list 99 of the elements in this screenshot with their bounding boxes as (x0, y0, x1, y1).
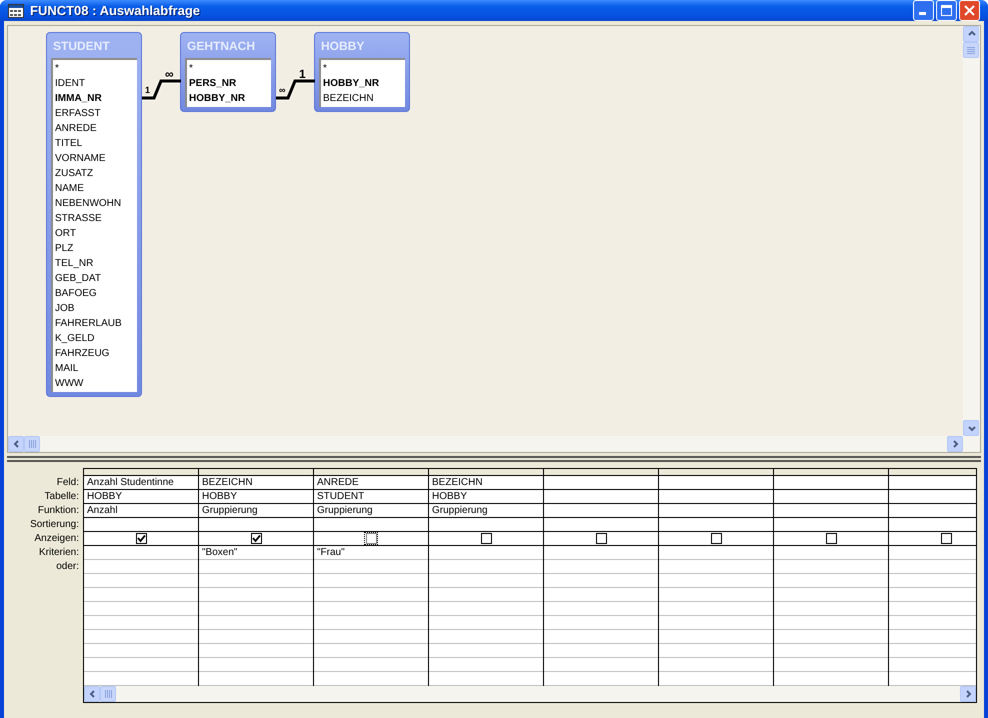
column-selector[interactable] (84, 469, 198, 476)
grid-cell[interactable]: Gruppierung (199, 504, 313, 518)
scroll-left-button[interactable] (8, 436, 24, 452)
row-label: Tabelle: (44, 490, 79, 504)
grid-cell[interactable]: HOBBY (84, 490, 198, 504)
field-item[interactable]: STRASSE (55, 211, 137, 226)
maximize-button[interactable] (936, 0, 957, 21)
grid-cell[interactable]: "Frau" (314, 546, 428, 560)
field-item[interactable]: ERFASST (55, 106, 137, 121)
show-checkbox[interactable] (826, 533, 836, 544)
scroll-down-button[interactable] (963, 420, 979, 436)
field-item[interactable]: TITEL (55, 136, 137, 151)
column-selector[interactable] (659, 469, 773, 476)
field-item[interactable]: ORT (55, 226, 137, 241)
query-icon (8, 4, 24, 18)
close-button[interactable] (959, 0, 980, 21)
join-line (276, 79, 315, 100)
minimize-button[interactable] (913, 0, 934, 21)
grid-cell[interactable]: Anzahl Studentinne (84, 476, 198, 490)
scroll-thumb[interactable] (100, 686, 116, 702)
grip-icon (28, 440, 36, 448)
cardinality-label: 1 (145, 86, 150, 95)
scroll-left-button[interactable] (84, 686, 100, 702)
row-label: oder: (56, 560, 79, 574)
grid-cell[interactable]: HOBBY (199, 490, 313, 504)
splitter[interactable] (7, 456, 981, 462)
field-item[interactable]: IMMA_NR (55, 91, 137, 106)
row-label: Kriterien: (38, 546, 79, 560)
field-item[interactable]: WWW (55, 376, 137, 391)
scroll-thumb[interactable] (24, 436, 40, 452)
field-item[interactable]: BAFOEG (55, 286, 137, 301)
grid-cell[interactable]: HOBBY (429, 490, 543, 504)
grid-cell[interactable] (659, 532, 773, 546)
grid-cell[interactable] (544, 532, 658, 546)
cardinality-label: ∞ (165, 68, 174, 80)
field-item[interactable]: PLZ (55, 241, 137, 256)
scroll-up-button[interactable] (963, 26, 979, 42)
check-icon (136, 534, 146, 543)
show-checkbox[interactable] (250, 533, 262, 544)
grid-cell[interactable]: STUDENT (314, 490, 428, 504)
scroll-thumb[interactable] (963, 42, 979, 58)
close-icon (964, 5, 975, 16)
column-selector[interactable] (429, 469, 543, 476)
field-item[interactable]: TEL_NR (55, 256, 137, 271)
field-item[interactable]: NEBENWOHN (55, 196, 137, 211)
grid-cell[interactable] (84, 532, 198, 546)
column-selector[interactable] (199, 469, 313, 476)
show-checkbox[interactable] (940, 533, 952, 544)
field-item[interactable]: ZUSATZ (55, 166, 137, 181)
column-selector[interactable] (889, 469, 976, 476)
scroll-right-button[interactable] (947, 436, 963, 452)
maximize-icon (941, 5, 952, 16)
grid-cell[interactable]: BEZEICHN (429, 476, 543, 490)
grip-icon (104, 690, 112, 698)
grid-cell[interactable] (429, 532, 543, 546)
field-item[interactable]: MAIL (55, 361, 137, 376)
cardinality-label: ∞ (279, 86, 286, 95)
show-checkbox[interactable] (710, 533, 722, 544)
field-item[interactable]: * (189, 61, 271, 76)
column-selector[interactable] (314, 469, 428, 476)
row-label: Funktion: (38, 504, 79, 518)
field-item[interactable]: HOBBY_NR (189, 91, 271, 106)
field-item[interactable]: ANREDE (55, 121, 137, 136)
row-label: Sortierung: (30, 518, 79, 532)
row-label: Feld: (56, 476, 79, 490)
row-label: Anzeigen: (34, 532, 79, 546)
field-item[interactable]: GEB_DAT (55, 271, 137, 286)
field-item[interactable]: FAHRZEUG (55, 346, 137, 361)
grid-cell[interactable]: Gruppierung (429, 504, 543, 518)
field-item[interactable]: * (55, 61, 137, 76)
show-checkbox[interactable] (136, 533, 146, 544)
field-item[interactable]: FAHRERLAUB (55, 316, 137, 331)
field-item[interactable]: HOBBY_NR (323, 76, 405, 91)
field-item[interactable]: IDENT (55, 76, 137, 91)
field-item[interactable]: K_GELD (55, 331, 137, 346)
grid-cell[interactable] (774, 532, 888, 546)
field-item[interactable]: PERS_NR (189, 76, 271, 91)
field-item[interactable]: * (323, 61, 405, 76)
show-checkbox[interactable] (480, 533, 492, 544)
field-item[interactable]: NAME (55, 181, 137, 196)
join-line (142, 79, 181, 100)
grid-cell[interactable] (889, 532, 976, 546)
scroll-right-button[interactable] (960, 686, 976, 702)
grid-cell[interactable] (199, 532, 313, 546)
grid-cell[interactable]: "Boxen" (199, 546, 313, 560)
field-item[interactable]: BEZEICHN (323, 91, 405, 106)
grip-icon (967, 46, 975, 54)
check-icon (252, 534, 260, 543)
column-selector[interactable] (544, 469, 658, 476)
grid-cell[interactable]: Gruppierung (314, 504, 428, 518)
grid-cell[interactable]: ANREDE (314, 476, 428, 490)
field-item[interactable]: JOB (55, 301, 137, 316)
field-item[interactable]: VORNAME (55, 151, 137, 166)
column-selector[interactable] (774, 469, 888, 476)
grid-cell[interactable]: Anzahl (84, 504, 198, 518)
show-checkbox[interactable] (596, 533, 606, 544)
cardinality-label: 1 (299, 68, 306, 80)
grid-cell[interactable]: BEZEICHN (199, 476, 313, 490)
window-title: FUNCT08 : Auswahlabfrage (30, 2, 201, 20)
